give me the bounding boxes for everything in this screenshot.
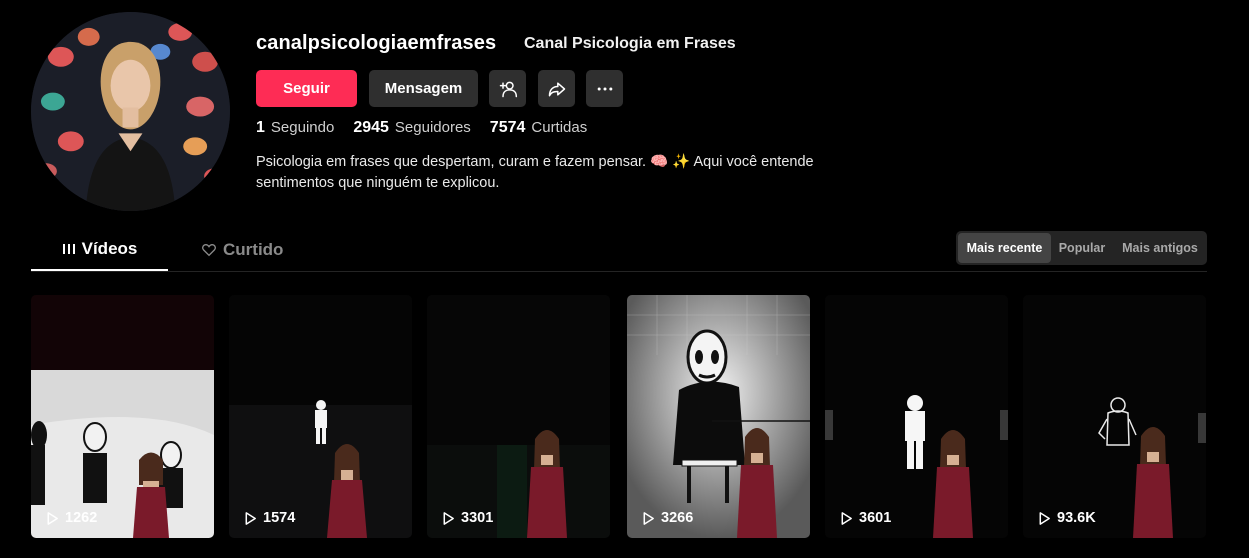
view-count: 1574 <box>243 510 295 526</box>
video-thumbnail <box>1023 295 1206 538</box>
share-icon <box>548 81 565 96</box>
nickname: Canal Psicologia em Frases <box>524 35 736 52</box>
video-grid: 1262 1574 3301 3266 3601 93.6K <box>31 295 1207 538</box>
video-thumbnail <box>627 295 810 538</box>
profile-bio: Psicologia em frases que despertam, cura… <box>256 154 814 191</box>
play-icon <box>443 511 454 525</box>
video-card[interactable]: 3266 <box>627 295 810 538</box>
view-count: 1262 <box>45 510 97 526</box>
tab-videos-label: Vídeos <box>81 239 138 258</box>
video-thumbnail <box>229 295 412 538</box>
play-icon <box>47 511 58 525</box>
sort-toggle: Mais recente Popular Mais antigos <box>956 231 1207 265</box>
video-card[interactable]: 1574 <box>229 295 412 538</box>
video-card[interactable]: 1262 <box>31 295 214 538</box>
video-card[interactable]: 3601 <box>825 295 1008 538</box>
video-card[interactable]: 93.6K <box>1023 295 1206 538</box>
followers-label: Seguidores <box>394 119 471 136</box>
video-thumbnail <box>31 295 214 538</box>
more-icon <box>597 87 612 90</box>
likes-stat: 7574 Curtidas <box>490 119 587 137</box>
share-button[interactable] <box>538 70 575 107</box>
likes-label: Curtidas <box>531 119 588 136</box>
followers-stat[interactable]: 2945 Seguidores <box>353 119 470 137</box>
play-icon <box>643 511 654 525</box>
avatar-image <box>31 12 230 211</box>
video-thumbnail <box>427 295 610 538</box>
sort-popular[interactable]: Popular <box>1053 233 1111 263</box>
following-stat[interactable]: 1 Seguindo <box>256 119 334 137</box>
view-count: 3301 <box>441 510 493 526</box>
video-card[interactable]: 3301 <box>427 295 610 538</box>
sort-oldest[interactable]: Mais antigos <box>1116 233 1204 263</box>
sort-most-recent[interactable]: Mais recente <box>958 233 1051 263</box>
view-count: 3601 <box>839 510 891 526</box>
heart-lock-icon <box>202 243 216 257</box>
tab-liked-label: Curtido <box>223 240 284 259</box>
follow-button[interactable]: Seguir <box>256 70 357 107</box>
add-friend-icon <box>499 81 517 97</box>
play-icon <box>245 511 256 525</box>
video-thumbnail <box>825 295 1008 538</box>
view-count: 93.6K <box>1037 510 1096 526</box>
profile-avatar[interactable] <box>31 12 230 211</box>
view-count: 3266 <box>641 510 693 526</box>
username: canalpsicologiaemfrases <box>256 32 497 54</box>
profile-stats: 1 Seguindo 2945 Seguidores 7574 Curtidas <box>256 119 606 137</box>
message-button[interactable]: Mensagem <box>369 70 478 107</box>
tab-liked[interactable]: Curtido <box>201 229 311 271</box>
following-label: Seguindo <box>270 119 335 136</box>
following-count: 1 <box>256 119 265 136</box>
add-friend-button[interactable] <box>489 70 526 107</box>
play-icon <box>1039 511 1050 525</box>
likes-count: 7574 <box>489 119 526 136</box>
play-icon <box>841 511 852 525</box>
followers-count: 2945 <box>353 119 389 136</box>
videos-grid-icon <box>62 244 75 254</box>
tab-videos[interactable]: Vídeos <box>31 229 168 271</box>
more-button[interactable] <box>586 70 623 107</box>
